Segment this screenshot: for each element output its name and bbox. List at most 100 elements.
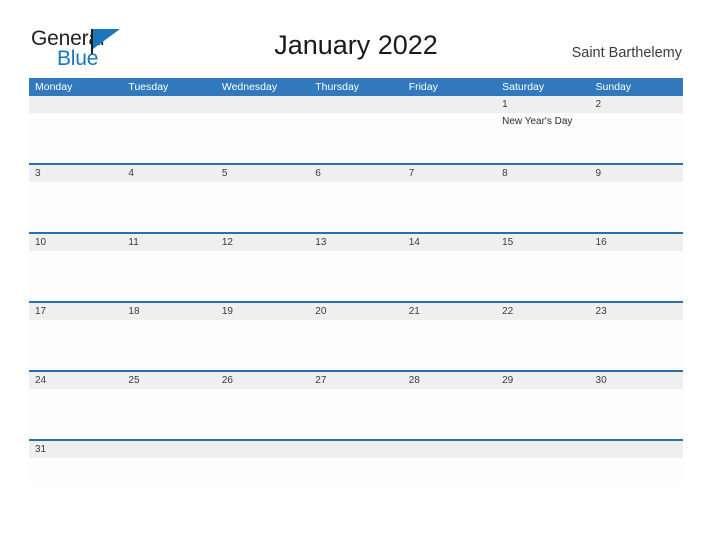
day-cell[interactable] [309, 320, 402, 370]
day-number[interactable]: 15 [496, 234, 589, 251]
day-cell[interactable] [309, 458, 402, 486]
day-cell[interactable] [216, 182, 309, 232]
day-number[interactable] [403, 96, 496, 113]
day-cell[interactable]: New Year's Day [496, 113, 589, 163]
day-number[interactable]: 1 [496, 96, 589, 113]
day-cell[interactable] [590, 458, 683, 486]
day-cell[interactable] [309, 389, 402, 439]
week-date-strip: 1 2 [29, 96, 683, 113]
day-cell[interactable] [29, 320, 122, 370]
day-number[interactable]: 23 [590, 303, 683, 320]
day-number[interactable]: 22 [496, 303, 589, 320]
day-cell[interactable] [403, 389, 496, 439]
day-number[interactable]: 17 [29, 303, 122, 320]
day-number[interactable]: 11 [122, 234, 215, 251]
day-cell[interactable] [122, 251, 215, 301]
day-cell[interactable] [309, 251, 402, 301]
day-cell[interactable] [496, 389, 589, 439]
day-number[interactable]: 18 [122, 303, 215, 320]
day-number[interactable]: 16 [590, 234, 683, 251]
day-cell[interactable] [122, 458, 215, 486]
day-number[interactable]: 6 [309, 165, 402, 182]
day-cell[interactable] [216, 458, 309, 486]
week-row: 10 11 12 13 14 15 16 [29, 232, 683, 301]
day-cell[interactable] [29, 251, 122, 301]
day-number[interactable]: 21 [403, 303, 496, 320]
day-cell[interactable] [216, 251, 309, 301]
day-number[interactable] [309, 96, 402, 113]
day-number[interactable]: 7 [403, 165, 496, 182]
week-date-strip: 10 11 12 13 14 15 16 [29, 234, 683, 251]
day-number[interactable]: 8 [496, 165, 589, 182]
day-cell[interactable] [590, 113, 683, 163]
day-number[interactable]: 4 [122, 165, 215, 182]
day-cell[interactable] [403, 251, 496, 301]
day-number[interactable]: 24 [29, 372, 122, 389]
day-number[interactable]: 30 [590, 372, 683, 389]
day-number[interactable]: 27 [309, 372, 402, 389]
day-number[interactable]: 14 [403, 234, 496, 251]
day-number[interactable]: 26 [216, 372, 309, 389]
calendar-page: General Blue January 2022 Saint Barthele… [0, 0, 712, 550]
day-number[interactable]: 3 [29, 165, 122, 182]
week-row: 24 25 26 27 28 29 30 [29, 370, 683, 439]
day-number[interactable]: 9 [590, 165, 683, 182]
day-cell[interactable] [29, 113, 122, 163]
day-number[interactable] [216, 441, 309, 458]
calendar-grid: Monday Tuesday Wednesday Thursday Friday… [29, 78, 683, 486]
day-number[interactable] [122, 441, 215, 458]
day-cell[interactable] [122, 320, 215, 370]
day-number[interactable] [496, 441, 589, 458]
day-cell[interactable] [403, 182, 496, 232]
day-number[interactable] [29, 96, 122, 113]
day-number[interactable]: 10 [29, 234, 122, 251]
day-cell[interactable] [29, 458, 122, 486]
day-cell[interactable] [496, 251, 589, 301]
week-date-strip: 3 4 5 6 7 8 9 [29, 165, 683, 182]
day-number[interactable]: 20 [309, 303, 402, 320]
weekday-header-friday: Friday [408, 81, 438, 93]
day-number[interactable]: 13 [309, 234, 402, 251]
day-cell[interactable] [590, 389, 683, 439]
week-row: 1 2 New Year's Day [29, 96, 683, 163]
day-cell[interactable] [496, 182, 589, 232]
day-cell[interactable] [590, 251, 683, 301]
day-cell[interactable] [122, 389, 215, 439]
weekday-header-row: Monday Tuesday Wednesday Thursday Friday… [29, 78, 683, 96]
day-number[interactable]: 5 [216, 165, 309, 182]
day-number[interactable]: 31 [29, 441, 122, 458]
day-cell[interactable] [216, 389, 309, 439]
day-cell[interactable] [496, 458, 589, 486]
day-cell[interactable] [216, 320, 309, 370]
day-number[interactable] [590, 441, 683, 458]
day-number[interactable] [403, 441, 496, 458]
day-cell[interactable] [590, 182, 683, 232]
day-cell[interactable] [29, 182, 122, 232]
day-number[interactable] [216, 96, 309, 113]
weekday-header-saturday: Saturday [502, 81, 545, 93]
day-cell[interactable] [590, 320, 683, 370]
day-number[interactable]: 12 [216, 234, 309, 251]
day-number[interactable] [122, 96, 215, 113]
day-cell[interactable] [122, 182, 215, 232]
day-cell[interactable] [122, 113, 215, 163]
day-cell[interactable] [496, 320, 589, 370]
day-cell[interactable] [403, 113, 496, 163]
day-cell[interactable] [309, 182, 402, 232]
day-number[interactable]: 28 [403, 372, 496, 389]
week-event-strip [29, 251, 683, 301]
day-number[interactable] [309, 441, 402, 458]
week-date-strip: 24 25 26 27 28 29 30 [29, 372, 683, 389]
day-number[interactable]: 2 [590, 96, 683, 113]
day-cell[interactable] [309, 113, 402, 163]
day-number[interactable]: 29 [496, 372, 589, 389]
day-cell[interactable] [216, 113, 309, 163]
weekday-header-wednesday: Wednesday [221, 81, 278, 93]
day-number[interactable]: 19 [216, 303, 309, 320]
day-cell[interactable] [403, 320, 496, 370]
day-cell[interactable] [29, 389, 122, 439]
weekday-header-sunday: Sunday [595, 81, 632, 93]
day-cell[interactable] [403, 458, 496, 486]
day-number[interactable]: 25 [122, 372, 215, 389]
calendar-location: Saint Barthelemy [571, 45, 682, 61]
